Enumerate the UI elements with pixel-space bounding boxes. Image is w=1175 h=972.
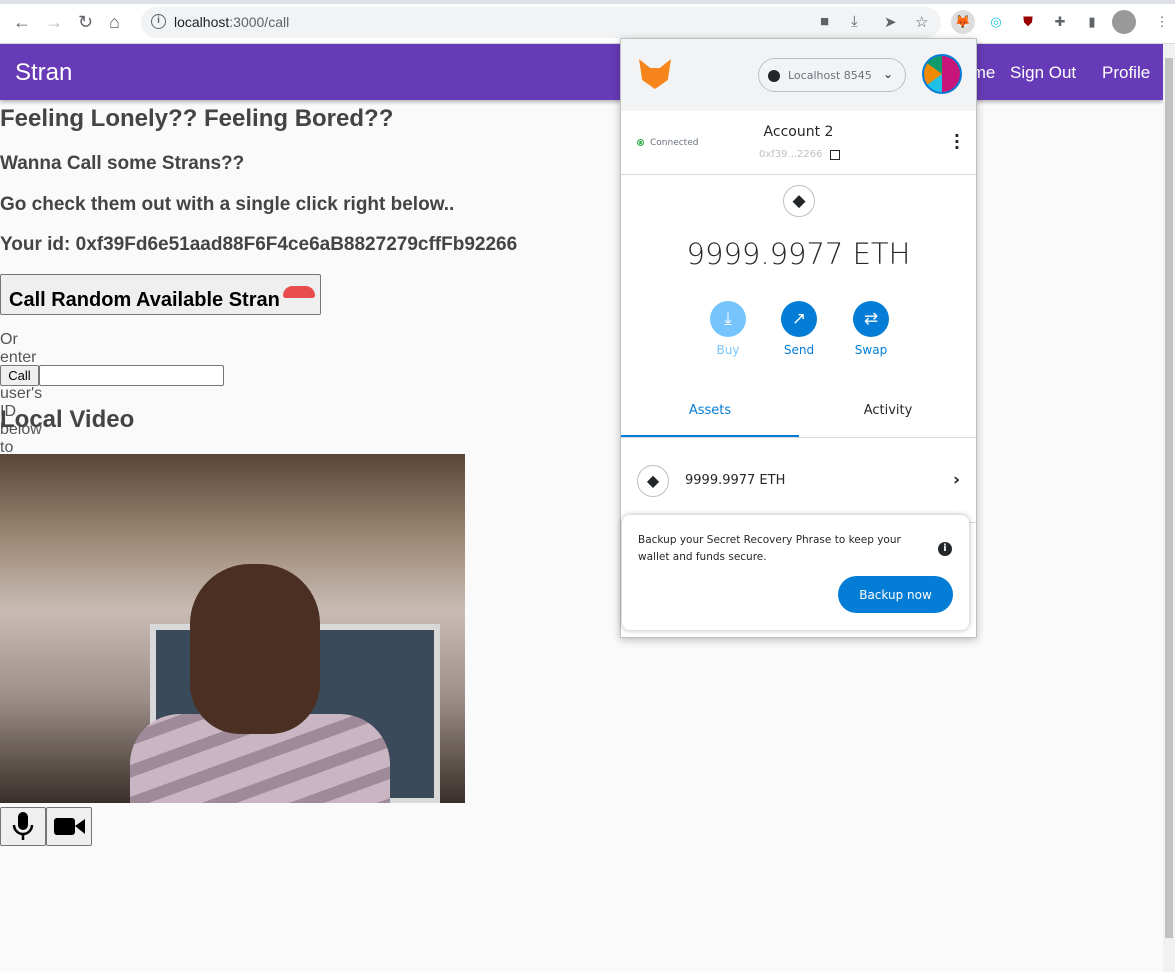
side-panel-icon[interactable]: ▮ xyxy=(1080,10,1104,34)
call-random-label: Call Random Available Stran xyxy=(9,289,280,311)
camera-toggle-button[interactable] xyxy=(46,807,92,846)
ethereum-icon: ◆ xyxy=(637,465,669,497)
send-button[interactable]: ↗ Send xyxy=(769,301,829,357)
local-video-title: Local Video xyxy=(0,406,135,433)
kebab-menu-icon[interactable]: · · · xyxy=(954,128,960,156)
microphone-icon xyxy=(12,812,34,840)
send-label: Send xyxy=(783,343,815,357)
buy-button[interactable]: ⤓ Buy xyxy=(698,301,758,357)
wallet-tabs: Assets Activity xyxy=(621,394,976,438)
subheading-2: Go check them out with a single click ri… xyxy=(0,194,455,215)
swap-button[interactable]: ⇄ Swap xyxy=(841,301,901,357)
network-selector[interactable]: Localhost 8545 ⌄ xyxy=(758,58,906,92)
video-person xyxy=(190,564,320,734)
copy-icon[interactable] xyxy=(830,150,840,160)
account-avatar[interactable] xyxy=(922,54,962,94)
back-icon[interactable]: ← xyxy=(13,12,31,33)
phone-hangup-icon xyxy=(283,286,315,298)
brand[interactable]: Stran xyxy=(15,59,72,87)
home-icon[interactable]: ⌂ xyxy=(109,12,120,33)
metamask-popup: Localhost 8545 ⌄ Connected Account 2 0xf3… xyxy=(620,38,977,638)
subheading: Wanna Call some Strans?? xyxy=(0,153,245,174)
star-icon[interactable]: ☆ xyxy=(915,13,928,31)
extension-icon[interactable]: ◎ xyxy=(984,10,1008,34)
tab-strip xyxy=(0,0,1175,4)
scrollbar[interactable] xyxy=(1163,44,1175,972)
page-heading: Feeling Lonely?? Feeling Bored?? xyxy=(0,105,394,132)
balance: 9999.9977 ETH xyxy=(686,237,911,271)
metamask-header: Localhost 8545 ⌄ xyxy=(621,39,976,111)
app-bar: Stran Home Sign Out Profile xyxy=(0,44,1163,100)
reload-icon[interactable]: ↻ xyxy=(78,12,93,33)
video-camera-icon xyxy=(54,818,85,835)
account-bar: Connected Account 2 0xf39...2266 · · · xyxy=(621,111,976,175)
nav-sign-out[interactable]: Sign Out xyxy=(1010,63,1076,83)
mic-toggle-button[interactable] xyxy=(0,807,46,846)
local-video xyxy=(0,454,465,803)
chevron-right-icon: › xyxy=(952,470,960,490)
connected-dot-icon xyxy=(637,139,644,146)
info-icon[interactable]: i xyxy=(938,542,952,556)
send-icon[interactable]: ➤ xyxy=(884,13,897,31)
url-path: :3000/call xyxy=(229,14,290,30)
tab-activity[interactable]: Activity xyxy=(799,403,977,437)
asset-amount: 9999.9977 ETH xyxy=(685,473,786,488)
asset-row[interactable]: ◆ 9999.9977 ETH › xyxy=(621,439,976,523)
install-icon[interactable]: ⤓ xyxy=(851,13,858,30)
account-address[interactable]: 0xf39...2266 xyxy=(759,149,823,160)
profile-avatar[interactable] xyxy=(1112,10,1136,34)
menu-icon[interactable]: ⋮ xyxy=(1150,10,1174,34)
camera-icon[interactable]: ■ xyxy=(820,13,829,30)
metamask-fox-logo xyxy=(639,59,671,89)
buy-label: Buy xyxy=(716,343,740,357)
arrow-up-right-icon: ↗ xyxy=(781,301,817,337)
download-icon: ⤓ xyxy=(710,301,746,337)
backup-now-button[interactable]: Backup now xyxy=(838,576,953,613)
account-name: Account 2 xyxy=(763,124,834,140)
url-host: localhost xyxy=(174,14,230,30)
chevron-down-icon: ⌄ xyxy=(882,67,893,81)
call-button[interactable]: Call xyxy=(0,365,39,386)
call-random-button[interactable]: Call Random Available Stran xyxy=(0,274,321,315)
swap-label: Swap xyxy=(854,343,888,357)
tab-assets[interactable]: Assets xyxy=(621,403,799,437)
backup-message: Backup your Secret Recovery Phrase to ke… xyxy=(638,534,901,563)
user-id-input[interactable] xyxy=(39,365,224,386)
metamask-extension-icon[interactable]: 🦊 xyxy=(951,10,975,34)
extensions-puzzle-icon[interactable]: ✚ xyxy=(1048,10,1072,34)
ublock-icon[interactable]: ⛊ xyxy=(1016,10,1040,34)
network-name: Localhost 8545 xyxy=(788,69,872,82)
backup-reminder: Backup your Secret Recovery Phrase to ke… xyxy=(622,515,969,630)
ethereum-icon: ◆ xyxy=(783,185,815,217)
user-id: Your id: 0xf39Fd6e51aad88F6F4ce6aB882727… xyxy=(0,234,518,255)
nav-profile[interactable]: Profile xyxy=(1102,63,1150,83)
browser-toolbar: ← → ↻ ⌂ i localhost:3000/call ■ ⤓ ➤ ☆ 🦊 … xyxy=(0,0,1175,44)
site-info-icon[interactable]: i xyxy=(151,14,166,29)
scrollbar-thumb[interactable] xyxy=(1165,58,1173,938)
network-dot-icon xyxy=(768,70,780,82)
swap-icon: ⇄ xyxy=(853,301,889,337)
forward-icon[interactable]: → xyxy=(45,12,63,33)
